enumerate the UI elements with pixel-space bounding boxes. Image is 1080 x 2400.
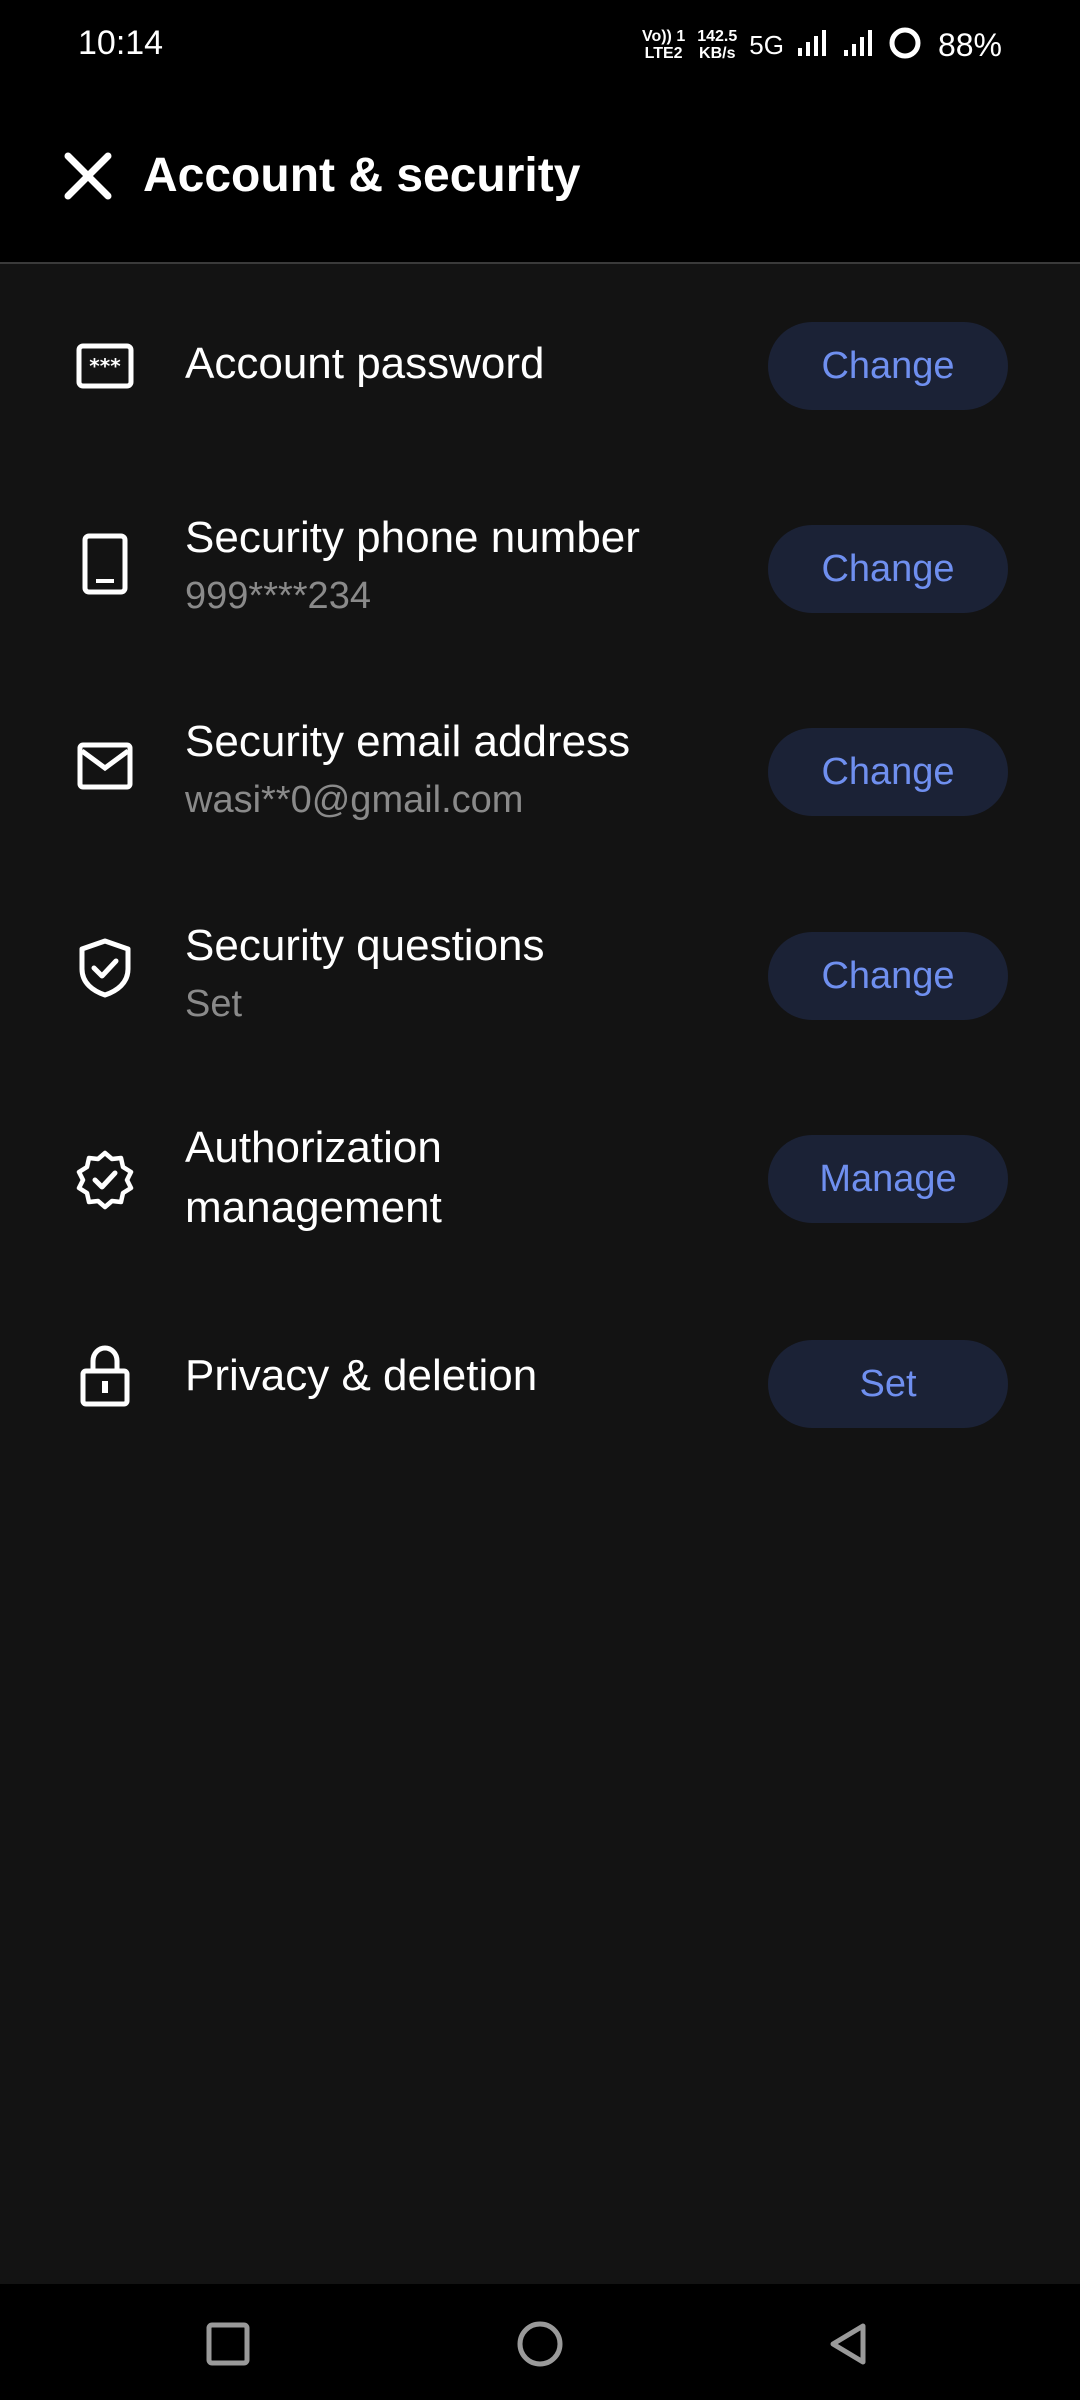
row-security-email[interactable]: Security email address wasi**0@gmail.com…	[0, 672, 1080, 876]
circle-icon	[517, 2321, 563, 2367]
battery-icon	[888, 26, 922, 65]
svg-text:***: ***	[89, 354, 121, 378]
status-bar: 10:14 Vo)) 1 LTE2 142.5 KB/s 5G 88%	[0, 0, 1080, 90]
row-subtitle: Set	[185, 983, 243, 1025]
row-text: Security email address wasi**0@gmail.com	[185, 712, 705, 826]
row-title: Privacy & deletion	[185, 1351, 538, 1400]
row-text: Authorization management	[185, 1118, 705, 1238]
recents-button[interactable]	[192, 2308, 264, 2380]
verified-badge-icon	[70, 1145, 140, 1215]
system-nav-bar	[0, 2284, 1080, 2400]
page-title: Account & security	[143, 149, 581, 202]
row-privacy-deletion[interactable]: Privacy & deletion Set	[0, 1284, 1080, 1488]
row-title: Authorization management	[185, 1123, 442, 1232]
change-questions-button[interactable]: Change	[768, 932, 1008, 1020]
battery-percent: 88%	[937, 26, 1002, 63]
row-title: Account password	[185, 339, 545, 388]
back-button[interactable]	[812, 2308, 884, 2380]
manage-authorization-button[interactable]: Manage	[768, 1135, 1008, 1223]
close-icon	[64, 152, 112, 200]
password-icon: ***	[70, 331, 140, 401]
signal-icon	[796, 28, 830, 63]
status-icons: Vo)) 1 LTE2 142.5 KB/s 5G 88%	[642, 20, 1002, 70]
row-account-password[interactable]: *** Account password Change	[0, 264, 1080, 468]
square-icon	[206, 2322, 250, 2366]
email-icon	[70, 731, 140, 801]
change-email-button[interactable]: Change	[768, 728, 1008, 816]
speed-value: 142.5	[697, 28, 738, 45]
row-text: Security phone number 999****234	[185, 508, 705, 622]
row-security-questions[interactable]: Security questions Set Change	[0, 876, 1080, 1080]
app-header: Account & security	[0, 90, 1080, 264]
change-phone-button[interactable]: Change	[768, 525, 1008, 613]
network-indicator: Vo)) 1 LTE2	[642, 28, 685, 62]
network-line2: LTE2	[644, 45, 683, 62]
home-button[interactable]	[504, 2308, 576, 2380]
network-line1: Vo)) 1	[641, 28, 686, 45]
triangle-back-icon	[830, 2323, 866, 2365]
row-text: Account password	[185, 334, 705, 394]
row-authorization-management[interactable]: Authorization management Manage	[0, 1080, 1080, 1284]
change-password-button[interactable]: Change	[768, 322, 1008, 410]
close-button[interactable]	[56, 144, 120, 208]
status-time: 10:14	[78, 24, 164, 62]
lock-icon	[70, 1341, 140, 1411]
speed-unit: KB/s	[699, 45, 736, 62]
row-title: Security questions	[185, 921, 545, 970]
network-type: 5G	[749, 29, 784, 60]
shield-check-icon	[70, 933, 140, 1003]
row-text: Privacy & deletion	[185, 1346, 705, 1406]
data-speed: 142.5 KB/s	[697, 28, 737, 62]
set-privacy-button[interactable]: Set	[768, 1340, 1008, 1428]
row-security-phone[interactable]: Security phone number 999****234 Change	[0, 468, 1080, 672]
phone-icon	[70, 529, 140, 599]
row-subtitle: wasi**0@gmail.com	[185, 779, 524, 821]
signal-icon-2	[842, 28, 876, 63]
row-title: Security email address	[185, 717, 631, 766]
row-subtitle: 999****234	[185, 575, 371, 617]
row-text: Security questions Set	[185, 916, 705, 1030]
row-title: Security phone number	[185, 513, 640, 562]
